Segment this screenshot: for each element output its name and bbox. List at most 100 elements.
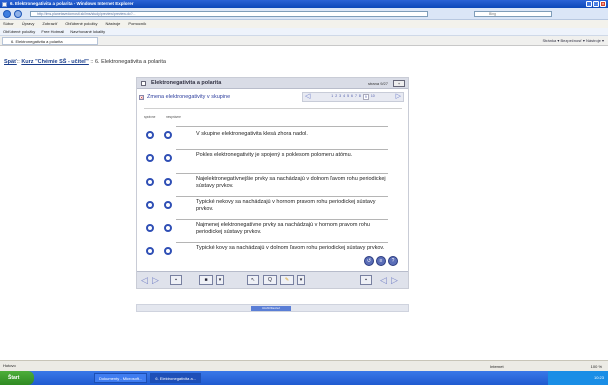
pager-page[interactable]: 10 bbox=[371, 94, 375, 100]
menu-item-favorites[interactable]: Obľúbené položky bbox=[65, 20, 97, 28]
search-input[interactable]: Bing bbox=[474, 11, 552, 17]
clock: 10:23 bbox=[593, 375, 604, 380]
check-answer-icon[interactable]: ↺ bbox=[364, 256, 374, 266]
menu-bar: Súbor Úpravy Zobraziť Obľúbené položky N… bbox=[0, 20, 608, 28]
breadcrumb-current: :: 6. Elektronegativita a polarita bbox=[88, 59, 166, 65]
radio-true[interactable] bbox=[146, 131, 154, 139]
back-link[interactable]: Späť bbox=[4, 59, 17, 65]
minimize-button[interactable]: _ bbox=[586, 1, 592, 7]
divider bbox=[176, 196, 388, 197]
favorites-button[interactable]: Obľúbené položky bbox=[3, 28, 35, 35]
maximize-button[interactable]: □ bbox=[593, 1, 599, 7]
statement-text: Typické nekovy sa nachádzajú v hornom pr… bbox=[196, 199, 376, 212]
pointer-icon[interactable]: ↖ bbox=[247, 275, 259, 285]
pager-page[interactable]: 7 bbox=[355, 94, 357, 100]
column-header-false: nesprávne bbox=[166, 115, 181, 119]
menu-item-file[interactable]: Súbor bbox=[3, 20, 14, 28]
pager-page[interactable]: 4 bbox=[343, 94, 345, 100]
favorite-link-suggested[interactable]: Navrhované lokality bbox=[70, 28, 105, 35]
menu-item-view[interactable]: Zobraziť bbox=[42, 20, 57, 28]
divider bbox=[176, 149, 388, 150]
dropdown-icon[interactable]: ▾ bbox=[216, 275, 224, 285]
home-button[interactable]: ▪ bbox=[170, 275, 182, 285]
exercise-title: ✕ Zmena elektronegativity v skupine bbox=[139, 92, 239, 102]
statement-text: Najmenej elektronegatívne prvky sa nachá… bbox=[196, 222, 370, 235]
menu-item-help[interactable]: Pomocník bbox=[128, 20, 146, 28]
statement-row: Typické nekovy sa nachádzajú v hornom pr… bbox=[144, 196, 402, 217]
browser-tab[interactable]: 6. Elektronegativita a polarita bbox=[2, 37, 98, 45]
hint-icon[interactable]: ? bbox=[388, 256, 398, 266]
taskbar-item[interactable]: Dokumenty - Microsoft... bbox=[94, 373, 148, 383]
radio-false[interactable] bbox=[164, 131, 172, 139]
radio-true[interactable] bbox=[146, 154, 154, 162]
divider bbox=[176, 242, 388, 243]
title-bar: 6. Elektronegativita a polarita - Window… bbox=[0, 0, 608, 8]
course-link[interactable]: Kurz "Chémie SŠ - učiteľ" bbox=[21, 59, 89, 65]
prev-slide-icon[interactable]: ◁ bbox=[380, 275, 387, 285]
screen-icon[interactable]: ■ bbox=[199, 275, 213, 285]
radio-false[interactable] bbox=[164, 201, 172, 209]
panel-header: Elektronegativita a polarita strana 9/27… bbox=[137, 78, 408, 89]
marker-icon[interactable]: ✎ bbox=[280, 275, 294, 285]
pager-page[interactable]: 8 bbox=[359, 94, 361, 100]
radio-false[interactable] bbox=[164, 247, 172, 255]
browser-window: 6. Elektronegativita a polarita - Window… bbox=[0, 0, 608, 385]
breadcrumb: Späť:: Kurz "Chémie SŠ - učiteľ" :: 6. E… bbox=[4, 59, 166, 65]
radio-true[interactable] bbox=[146, 247, 154, 255]
statement-text: Pokles elektronegativity je spojený s po… bbox=[196, 152, 353, 158]
pager-page[interactable]: 6 bbox=[351, 94, 353, 100]
favorite-link-hotmail[interactable]: Free Hotmail bbox=[41, 28, 64, 35]
checkbox-icon[interactable]: ✕ bbox=[139, 95, 144, 100]
start-button[interactable]: Štart bbox=[0, 371, 34, 385]
pager-page-current[interactable]: 9 bbox=[362, 94, 369, 100]
show-solution-icon[interactable]: ≡ bbox=[376, 256, 386, 266]
radio-true[interactable] bbox=[146, 224, 154, 232]
radio-false[interactable] bbox=[164, 224, 172, 232]
expand-button[interactable]: + bbox=[393, 80, 405, 87]
pager-page[interactable]: 3 bbox=[339, 94, 341, 100]
taskbar-item-active[interactable]: 6. Elektronegativita a... bbox=[150, 373, 202, 383]
pager-page[interactable]: 5 bbox=[347, 94, 349, 100]
statement-row: Najelektronegatívnejšie prvky sa nachádz… bbox=[144, 173, 402, 194]
window-controls: _ □ × bbox=[586, 1, 606, 7]
fullscreen-button[interactable]: ▪ bbox=[360, 275, 372, 285]
dropdown-icon[interactable]: ▾ bbox=[297, 275, 305, 285]
radio-false[interactable] bbox=[164, 178, 172, 186]
next-slide-icon[interactable]: ▷ bbox=[391, 275, 398, 285]
address-input[interactable]: http://lms.planetavedomosti.sk/lms/study… bbox=[30, 11, 428, 17]
radio-true[interactable] bbox=[146, 178, 154, 186]
panel-title: Elektronegativita a polarita bbox=[151, 80, 222, 86]
next-page-icon[interactable]: ▷ bbox=[152, 275, 159, 285]
pager-numbers: 1 2 3 4 5 6 7 8 9 10 bbox=[331, 94, 375, 100]
prev-page-icon[interactable]: ◁ bbox=[141, 275, 148, 285]
menu-item-edit[interactable]: Úpravy bbox=[22, 20, 35, 28]
radio-true[interactable] bbox=[146, 201, 154, 209]
quiz-area: správne nesprávne V skupine elektronegat… bbox=[144, 108, 402, 268]
address-row: http://lms.planetavedomosti.sk/lms/study… bbox=[0, 8, 608, 20]
lesson-toolbar: ◁ ▷ ▪ ■ ▾ ↖ Q ✎ ▾ ▪ ◁ ▷ bbox=[137, 271, 408, 288]
taskbar: Štart Dokumenty - Microsoft... 6. Elektr… bbox=[0, 371, 608, 385]
close-button[interactable]: × bbox=[600, 1, 606, 7]
page-content: Späť:: Kurz "Chémie SŠ - učiteľ" :: 6. E… bbox=[0, 47, 608, 360]
back-icon[interactable] bbox=[3, 10, 11, 18]
statement-text: Najelektronegatívnejšie prvky sa nachádz… bbox=[196, 176, 386, 189]
status-bar: Hotovo Internet 100 % bbox=[0, 360, 608, 371]
forward-icon[interactable] bbox=[14, 10, 22, 18]
menu-item-tools[interactable]: Nástroje bbox=[106, 20, 121, 28]
system-tray: 10:23 bbox=[548, 371, 608, 385]
radio-false[interactable] bbox=[164, 154, 172, 162]
pager-next-icon[interactable]: ▷ bbox=[396, 93, 401, 101]
divider bbox=[176, 126, 388, 127]
collapse-icon[interactable] bbox=[141, 81, 146, 86]
save-close-button[interactable]: Uložiť/Zavrieť bbox=[251, 306, 291, 311]
ie-icon bbox=[2, 1, 7, 7]
pager-prev-icon[interactable]: ◁ bbox=[305, 93, 310, 101]
pager-page[interactable]: 2 bbox=[335, 94, 337, 100]
bottom-bar: Uložiť/Zavrieť bbox=[136, 304, 409, 312]
divider bbox=[176, 173, 388, 174]
zoom-icon[interactable]: Q bbox=[263, 275, 277, 285]
pager-page[interactable]: 1 bbox=[331, 94, 333, 100]
page-navigator: ◁ 1 2 3 4 5 6 7 8 9 10 ▷ bbox=[302, 92, 404, 102]
command-bar[interactable]: Stránka ▾ Bezpečnosť ▾ Nástroje ▾ bbox=[542, 37, 604, 45]
statement-text: V skupine elektronegativita klesá zhora … bbox=[196, 131, 308, 137]
